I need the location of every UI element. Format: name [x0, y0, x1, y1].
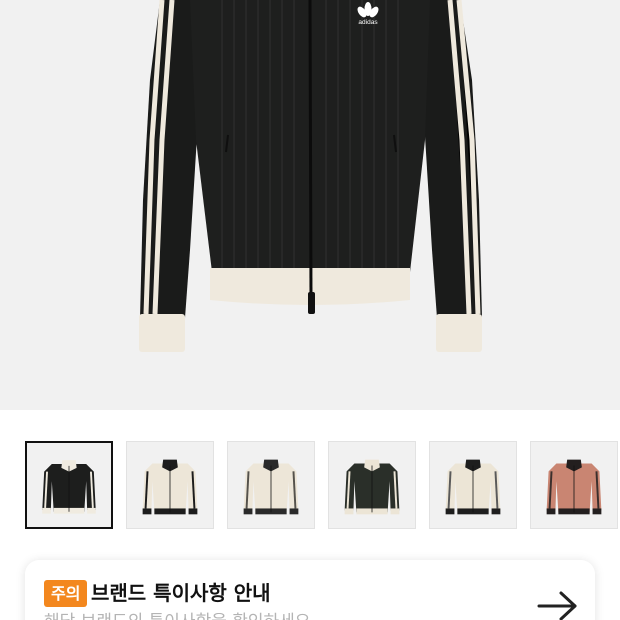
- arrow-right-icon[interactable]: [537, 590, 579, 620]
- brand-notice-card[interactable]: 주의 브랜드 특이사항 안내 해당 브랜드의 특이사항을 확인하세요: [25, 560, 595, 620]
- thumbnail-4[interactable]: [328, 441, 416, 529]
- thumbnail-6[interactable]: [530, 441, 618, 529]
- thumbnail-strip: [25, 441, 620, 531]
- thumbnail-1[interactable]: [25, 441, 113, 529]
- notice-title: 브랜드 특이사항 안내: [91, 581, 271, 605]
- logo-text: adidas: [358, 19, 378, 26]
- jacket-thumbnail: [42, 460, 96, 514]
- notice-subtitle: 해당 브랜드의 특이사항을 확인하세요: [44, 610, 310, 620]
- jacket-thumbnail: [546, 459, 602, 515]
- thumbnail-5[interactable]: [429, 441, 517, 529]
- jacket-thumbnail: [344, 459, 400, 515]
- thumbnail-3[interactable]: [227, 441, 315, 529]
- jacket-thumbnail: [445, 459, 501, 515]
- track-jacket-photo: adidas: [139, 0, 482, 352]
- product-main-image[interactable]: adidas: [0, 0, 620, 410]
- warning-badge: 주의: [44, 580, 88, 607]
- jacket-thumbnail: [142, 459, 198, 515]
- jacket-thumbnail: [243, 459, 299, 515]
- thumbnail-2[interactable]: [126, 441, 214, 529]
